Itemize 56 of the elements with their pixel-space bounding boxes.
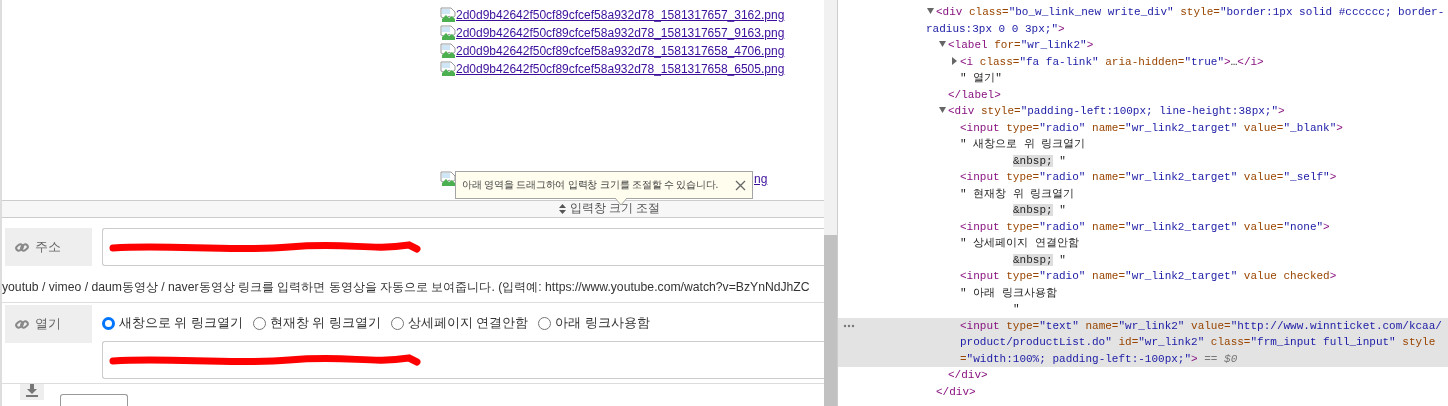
image-link[interactable]: ng xyxy=(754,170,768,188)
tooltip-text: 아래 영역을 드래그하여 입력창 크기를 조절할 수 있습니다. xyxy=(462,178,719,193)
help-text: youtub / vimeo / daum동영상 / naver동영상 링크를 입력하면 동영상을 자동으로 보여줍니다. (입력예: https://www.youtube.com/watch?v=BzYnNdJhZC xyxy=(2,279,811,296)
code-line[interactable]: <div class="bo_w_link_new write_div" style="border:1px solid #cccccc; border-radius:3px 0 0 3px;"> xyxy=(838,4,1448,37)
partial-button[interactable] xyxy=(60,394,128,406)
broken-image-icon xyxy=(440,7,456,23)
code-line[interactable]: </label> xyxy=(838,86,1448,103)
radio-button[interactable] xyxy=(538,316,552,330)
download-icon xyxy=(26,384,38,397)
radio-option[interactable]: 현재창 위 링크열기 xyxy=(252,313,381,333)
code-line[interactable]: <input type="radio" name="wr_link2_target" value="none"> xyxy=(838,218,1448,235)
code-line[interactable]: " 현재창 위 링크열기 xyxy=(838,185,1448,202)
expand-arrow-icon[interactable] xyxy=(938,40,948,48)
code-line[interactable]: <input type="radio" name="wr_link2_target" value="_self"> xyxy=(838,169,1448,186)
code-line[interactable]: <input type="radio" name="wr_link2_target" value="_blank"> xyxy=(838,119,1448,136)
code-line[interactable]: <div style="padding-left:100px; line-height:38px;"> xyxy=(838,103,1448,120)
scrollbar-thumb[interactable] xyxy=(824,235,837,406)
code-line[interactable]: &nbsp; " xyxy=(838,251,1448,268)
radio-option[interactable]: 상세페이지 연결안함 xyxy=(390,313,529,333)
field-label: 열기 xyxy=(5,305,92,343)
image-link[interactable]: 2d0d9b42642f50cf89cfcef58a932d78_1581317657_9163.png xyxy=(456,24,785,42)
code-line[interactable]: " 새창으로 위 링크열기 xyxy=(838,136,1448,153)
radio-option[interactable]: 아래 링크사용함 xyxy=(538,313,650,333)
broken-image-icon xyxy=(440,25,456,41)
broken-image-icon xyxy=(440,61,456,77)
expand-arrow-icon[interactable] xyxy=(926,7,936,15)
image-link[interactable]: 2d0d9b42642f50cf89cfcef58a932d78_1581317658_4706.png xyxy=(456,42,785,60)
code-line[interactable]: " 열기" xyxy=(838,70,1448,87)
input-field[interactable] xyxy=(102,228,824,266)
scrollbar[interactable] xyxy=(824,0,837,406)
code-line[interactable]: <input type="radio" name="wr_link2_target" value checked> xyxy=(838,268,1448,285)
code-line[interactable]: <label for="wr_link2"> xyxy=(838,37,1448,54)
code-line[interactable]: &nbsp; " xyxy=(838,202,1448,219)
broken-image-icon xyxy=(440,43,456,59)
image-link[interactable]: 2d0d9b42642f50cf89cfcef58a932d78_1581317658_6505.png xyxy=(456,60,785,78)
code-line[interactable]: &nbsp; " xyxy=(838,152,1448,169)
image-link[interactable]: 2d0d9b42642f50cf89cfcef58a932d78_1581317657_3162.png xyxy=(456,6,785,24)
expand-arrow-icon[interactable] xyxy=(938,106,948,114)
link-icon xyxy=(15,317,29,331)
link-icon xyxy=(15,240,29,254)
code-line[interactable]: </div> xyxy=(838,383,1448,400)
resize-bar[interactable]: 입력창 크기 조절 xyxy=(2,200,824,218)
field-label: 주소 xyxy=(5,228,92,266)
code-line[interactable]: <i class="fa fa-link" aria-hidden="true">…</i> xyxy=(838,53,1448,70)
radio-button[interactable] xyxy=(102,316,115,330)
code-line[interactable]: " xyxy=(838,301,1448,318)
input-field[interactable] xyxy=(102,341,824,379)
code-line[interactable]: " 상세페이지 연결안함 xyxy=(838,235,1448,252)
more-icon xyxy=(843,323,855,328)
code-line[interactable]: </div> xyxy=(838,367,1448,384)
radio-button[interactable] xyxy=(390,316,404,330)
radio-button[interactable] xyxy=(252,316,266,330)
code-line[interactable]: " 아래 링크사용함 xyxy=(838,284,1448,301)
resize-icon xyxy=(559,204,566,214)
radio-option[interactable]: 새창으로 위 링크열기 xyxy=(102,313,243,333)
close-icon[interactable] xyxy=(735,179,746,191)
